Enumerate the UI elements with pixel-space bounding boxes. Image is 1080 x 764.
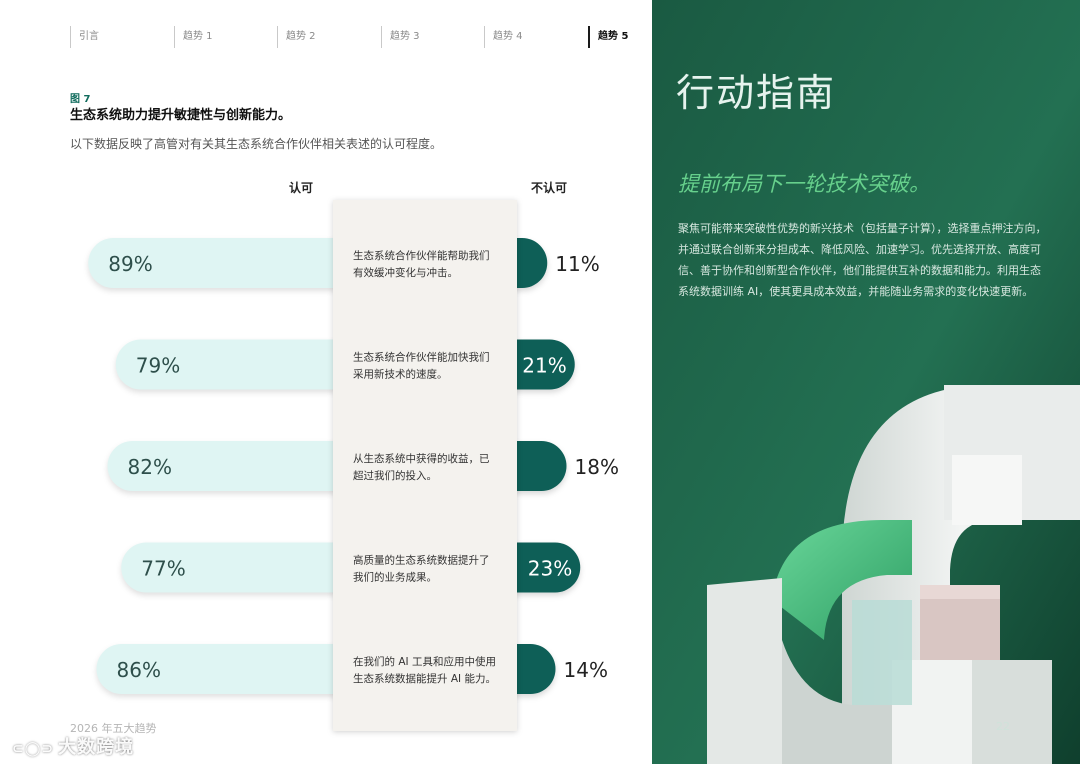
link-logo-icon: ⊂◯⊃ xyxy=(12,741,55,757)
category-label-line: 生态系统合作伙伴能加快我们 xyxy=(353,351,490,364)
category-label-line: 高质量的生态系统数据提升了 xyxy=(353,554,490,567)
category-label-line: 生态系统数据能提升 AI 能力。 xyxy=(353,672,496,685)
value-label-disagree-3: 18% xyxy=(575,455,619,479)
diverging-bar-chart: 89% 11% 生态系统合作伙伴能帮助我们有效缓冲变化与冲击。 79% 21% 生态系统合… xyxy=(88,200,619,731)
category-label-line: 采用新技术的速度。 xyxy=(353,368,448,381)
value-label-agree-1: 89% xyxy=(108,252,152,276)
action-guide-body: 聚焦可能带来突破性优势的新兴技术（包括量子计算），选择重点押注方向，并通过联合创… xyxy=(678,222,1047,298)
left-page: 引言 趋势 1 趋势 2 趋势 3 趋势 4 趋势 5 图 7 生态系统助力提升… xyxy=(0,0,652,764)
value-label-agree-3: 82% xyxy=(128,455,172,479)
value-label-disagree-1: 11% xyxy=(555,252,599,276)
watermark: ⊂◯⊃ 大数跨境 xyxy=(12,733,134,759)
category-label-line: 在我们的 AI 工具和应用中使用 xyxy=(353,655,496,668)
page-number: 22 xyxy=(996,720,1010,733)
action-guide-subtitle: 提前布局下一轮技术突破。 xyxy=(678,172,930,196)
category-label-line: 我们的业务成果。 xyxy=(353,571,437,584)
value-label-agree-4: 77% xyxy=(141,557,185,581)
category-label-panel xyxy=(333,200,517,731)
value-label-agree-2: 79% xyxy=(136,354,180,378)
category-label-line: 超过我们的投入。 xyxy=(353,469,437,482)
right-page: 行动指南 提前布局下一轮技术突破。 聚焦可能带来突破性优势的新兴技术（包括量子计… xyxy=(652,0,1080,764)
value-label-disagree-5: 14% xyxy=(564,658,608,682)
value-label-agree-5: 86% xyxy=(117,658,161,682)
category-label-line: 生态系统合作伙伴能帮助我们 xyxy=(353,249,490,262)
action-guide-title: 行动指南 xyxy=(676,71,837,115)
category-label-line: 有效缓冲变化与冲击。 xyxy=(353,266,458,279)
value-label-disagree-2: 21% xyxy=(522,354,566,378)
value-label-disagree-4: 23% xyxy=(528,557,572,581)
watermark-text: 大数跨境 xyxy=(58,737,135,758)
category-label-line: 从生态系统中获得的收益，已 xyxy=(353,452,490,465)
